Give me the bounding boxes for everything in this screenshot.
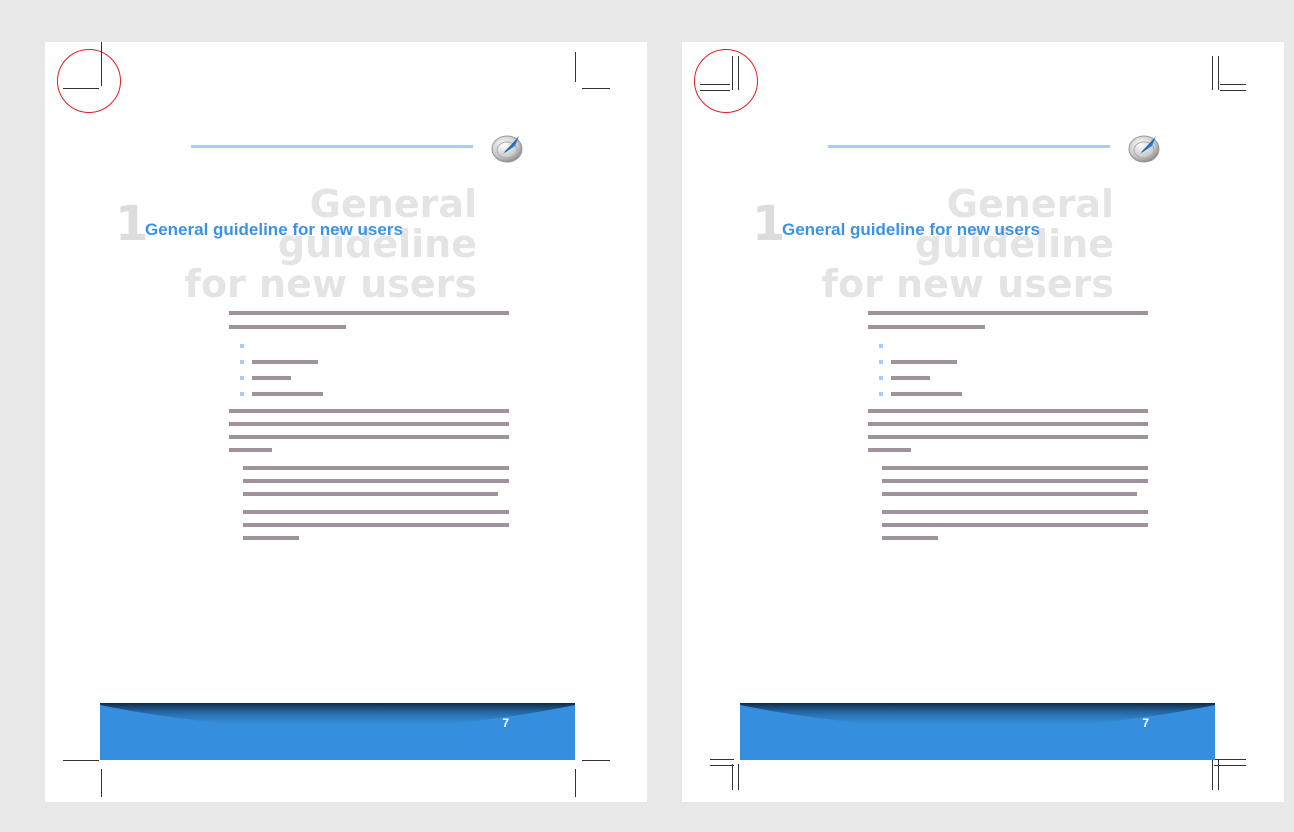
header-rule [828, 145, 1110, 148]
text-line [243, 523, 509, 527]
crop-mark [1212, 56, 1213, 90]
crop-mark [101, 42, 102, 86]
crop-mark [732, 764, 733, 790]
text-line [229, 435, 509, 439]
text-line [229, 409, 509, 413]
footer-shadow [740, 703, 1215, 729]
text-line [243, 466, 509, 470]
text-line [243, 492, 498, 496]
crop-mark [1218, 760, 1219, 790]
chapter-title: General guideline for new users [145, 220, 403, 239]
text-line [882, 523, 1148, 527]
text-line [891, 392, 962, 396]
crop-mark [1218, 56, 1219, 90]
footer-bar: 7 [100, 703, 575, 760]
chapter-number: 1 [752, 196, 786, 252]
compass-quill-logo-icon [491, 135, 523, 163]
chapter-title-ghost: General guideline for new users [782, 184, 1114, 304]
chapter-title: General guideline for new users [782, 220, 1040, 239]
text-line [229, 448, 272, 452]
highlight-circle [57, 49, 121, 113]
text-line [252, 376, 291, 380]
crop-mark [63, 88, 99, 89]
bullet [240, 392, 244, 396]
text-line [891, 360, 957, 364]
crop-mark [575, 52, 576, 82]
chapter-number: 1 [115, 196, 149, 252]
crop-mark [63, 760, 99, 761]
text-line [882, 510, 1148, 514]
text-line [868, 409, 1148, 413]
text-line [243, 536, 299, 540]
text-line [868, 422, 1148, 426]
crop-mark [700, 84, 730, 85]
text-line [868, 325, 985, 329]
bullet [879, 344, 883, 348]
crop-mark [738, 56, 739, 90]
footer-shadow [100, 703, 575, 729]
chapter-ghost-line-2: for new users [184, 262, 477, 306]
crop-mark [1212, 760, 1213, 790]
text-line [868, 435, 1148, 439]
crop-mark [732, 56, 733, 90]
text-line [252, 392, 323, 396]
bullet [879, 360, 883, 364]
crop-mark [575, 769, 576, 797]
crop-mark [582, 88, 610, 89]
header-rule [191, 145, 473, 148]
text-line [252, 360, 318, 364]
bullet [240, 360, 244, 364]
text-line [868, 448, 911, 452]
crop-mark [1220, 90, 1246, 91]
text-line [882, 479, 1148, 483]
page-number: 7 [502, 716, 509, 730]
right-page: 1 General guideline for new users Genera… [682, 42, 1284, 802]
text-line [229, 311, 509, 315]
compass-quill-logo-icon [1128, 135, 1160, 163]
crop-mark [710, 759, 734, 760]
crop-mark [1220, 84, 1246, 85]
text-line [882, 466, 1148, 470]
chapter-title-ghost: General guideline for new users [145, 184, 477, 304]
footer-bar: 7 [740, 703, 1215, 760]
chapter-ghost-line-2: for new users [821, 262, 1114, 306]
highlight-circle [694, 49, 758, 113]
text-line [882, 492, 1137, 496]
crop-mark [738, 764, 739, 790]
left-page: 1 General guideline for new users Genera… [45, 42, 647, 802]
text-line [243, 479, 509, 483]
page-number: 7 [1142, 716, 1149, 730]
crop-mark [710, 765, 734, 766]
bullet [879, 376, 883, 380]
crop-mark [582, 760, 610, 761]
bullet [879, 392, 883, 396]
text-line [868, 311, 1148, 315]
bullet [240, 344, 244, 348]
crop-mark [101, 769, 102, 797]
text-line [891, 376, 930, 380]
text-line [229, 325, 346, 329]
text-line [243, 510, 509, 514]
text-line [882, 536, 938, 540]
text-line [229, 422, 509, 426]
bullet [240, 376, 244, 380]
crop-mark [700, 90, 730, 91]
